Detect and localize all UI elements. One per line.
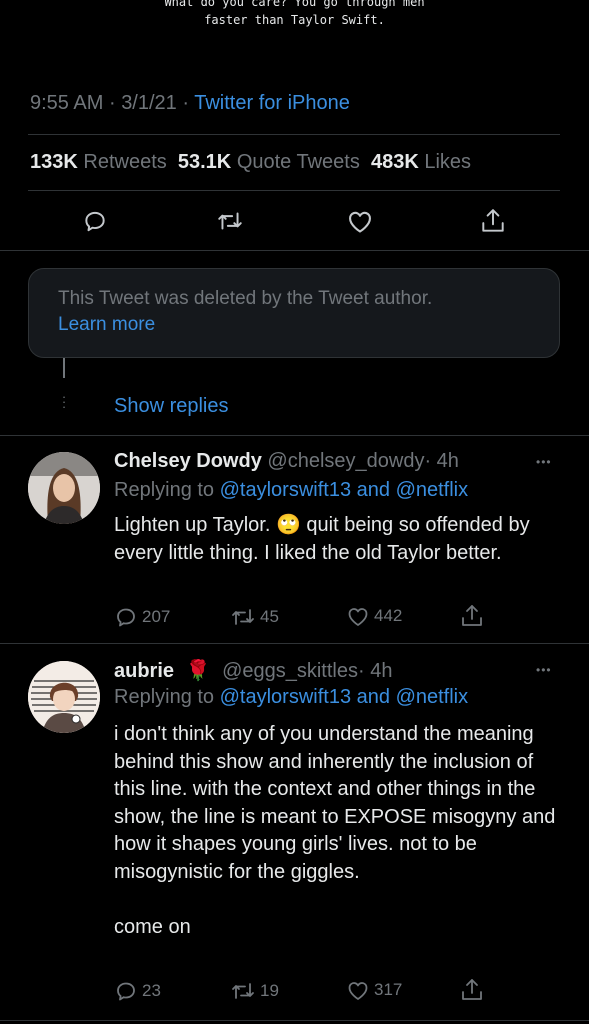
- divider: [0, 1020, 589, 1021]
- share-icon: [462, 979, 482, 1000]
- avatar[interactable]: [28, 661, 100, 733]
- retweet-action[interactable]: 45: [230, 605, 279, 629]
- replying-to: Replying to @taylorswift13 and @netflix: [114, 479, 469, 501]
- reply-icon: [117, 608, 135, 627]
- reply-count: 23: [142, 981, 161, 1000]
- tweet-date: 3/1/21: [121, 92, 177, 114]
- share-action[interactable]: [460, 977, 484, 1003]
- show-replies-link[interactable]: Show replies: [114, 395, 229, 418]
- divider: [0, 250, 589, 251]
- retweets-stat[interactable]: 133K Retweets: [30, 151, 167, 173]
- quote-tweets-stat[interactable]: 53.1K Quote Tweets: [178, 151, 360, 173]
- quoted-text-line1: What do you care? You go through men: [164, 0, 425, 9]
- retweet-count: 19: [260, 981, 279, 1000]
- like-action[interactable]: 317: [346, 979, 402, 1001]
- more-options-icon[interactable]: •••: [536, 455, 552, 469]
- quoted-text-line2: faster than Taylor Swift.: [204, 13, 385, 27]
- share-icon[interactable]: [480, 207, 506, 235]
- like-icon: [348, 982, 368, 1000]
- reply-action[interactable]: 23: [114, 979, 161, 1003]
- reply-header: aubrie 🌹 @eggs_skittles· 4h: [114, 658, 392, 683]
- user-handle[interactable]: @eggs_skittles: [222, 660, 358, 682]
- learn-more-link[interactable]: Learn more: [58, 314, 155, 336]
- deleted-tweet-message: This Tweet was deleted by the Tweet auth…: [58, 288, 433, 309]
- thread-ellipsis-icon: · · ·: [61, 389, 67, 414]
- avatar[interactable]: [28, 452, 100, 524]
- reply-icon[interactable]: [82, 208, 108, 234]
- replying-to: Replying to @taylorswift13 and @netflix: [114, 686, 469, 708]
- retweet-icon[interactable]: [216, 208, 244, 234]
- likes-stat[interactable]: 483K Likes: [371, 151, 471, 173]
- display-name[interactable]: aubrie: [114, 660, 174, 682]
- like-icon: [348, 608, 368, 626]
- like-count: 442: [374, 606, 403, 625]
- divider: [28, 190, 560, 191]
- divider: [0, 435, 589, 436]
- reply-time: · 4h: [424, 450, 459, 472]
- tweet-meta: 9:55 AM · 3/1/21 · Twitter for iPhone: [30, 92, 350, 115]
- reply-count: 207: [142, 607, 171, 626]
- replying-to-link[interactable]: @taylorswift13 and @netflix: [220, 479, 469, 501]
- tweet-stats: 133K Retweets 53.1K Quote Tweets 483K Li…: [30, 151, 471, 174]
- reply-text: Lighten up Taylor. 🙄 quit being so offen…: [114, 514, 536, 564]
- thread-line: [63, 358, 65, 378]
- retweet-action[interactable]: 19: [230, 979, 279, 1003]
- retweet-icon: [232, 983, 254, 999]
- like-count: 317: [374, 980, 403, 999]
- deleted-tweet-card: This Tweet was deleted by the Tweet auth…: [28, 268, 560, 358]
- reply-text: i don't think any of you understand the …: [114, 723, 556, 938]
- retweet-count: 45: [260, 607, 279, 626]
- rose-emoji: 🌹: [185, 660, 211, 682]
- share-action[interactable]: [460, 603, 484, 629]
- reply-header: Chelsey Dowdy @chelsey_dowdy· 4h: [114, 450, 459, 473]
- tweet-time: 9:55 AM: [30, 92, 104, 114]
- divider: [0, 643, 589, 644]
- replying-to-link[interactable]: @taylorswift13 and @netflix: [220, 686, 469, 708]
- reply-icon: [117, 982, 135, 1001]
- reply-action[interactable]: 207: [114, 605, 170, 629]
- more-options-icon[interactable]: •••: [536, 663, 552, 677]
- tweet-source-link[interactable]: Twitter for iPhone: [194, 92, 350, 114]
- meta-separator: ·: [108, 92, 116, 114]
- meta-separator: ·: [182, 92, 190, 114]
- divider: [28, 134, 560, 135]
- display-name[interactable]: Chelsey Dowdy: [114, 450, 262, 472]
- reply-time: · 4h: [357, 660, 393, 682]
- like-icon[interactable]: [346, 208, 374, 234]
- share-icon: [462, 605, 482, 626]
- retweet-icon: [232, 609, 254, 625]
- user-handle[interactable]: @chelsey_dowdy: [267, 450, 424, 472]
- like-action[interactable]: 442: [346, 605, 402, 627]
